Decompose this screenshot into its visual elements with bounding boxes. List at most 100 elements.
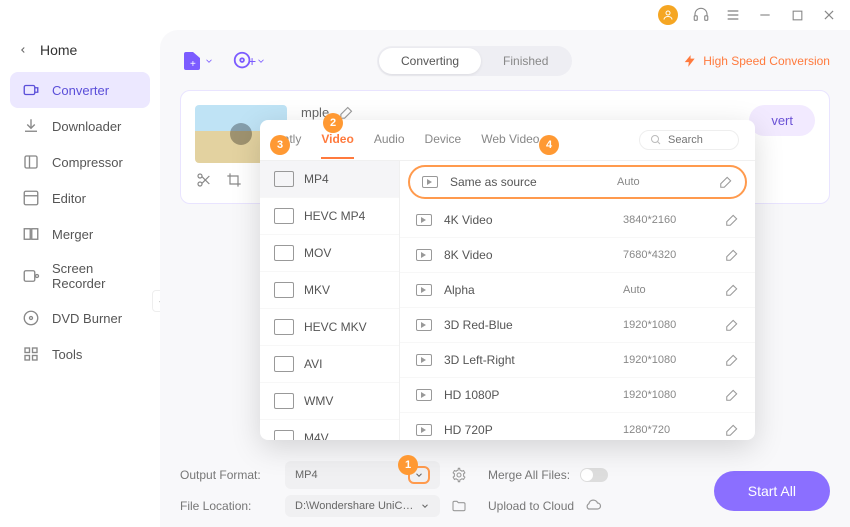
high-speed-label: High Speed Conversion [703, 54, 830, 68]
sidebar-item-tools[interactable]: Tools [10, 336, 150, 372]
file-location-dropdown[interactable]: D:\Wondershare UniConverter 1 [285, 495, 440, 517]
convert-button[interactable]: vert [749, 105, 815, 136]
menu-icon[interactable] [724, 6, 742, 24]
preset-video-icon [416, 214, 432, 226]
close-icon[interactable] [820, 6, 838, 24]
merge-label: Merge All Files: [488, 468, 570, 482]
format-search[interactable] [639, 130, 739, 150]
format-label: M4V [304, 431, 329, 440]
add-file-button[interactable]: + [180, 49, 214, 73]
trim-icon[interactable] [195, 171, 213, 189]
step-badge-3: 3 [270, 135, 290, 155]
format-item[interactable]: AVI [260, 346, 399, 383]
step-badge-2: 2 [323, 113, 343, 133]
preset-video-icon [416, 249, 432, 261]
format-item[interactable]: WMV [260, 383, 399, 420]
record-icon [22, 267, 40, 285]
sidebar-item-editor[interactable]: Editor [10, 180, 150, 216]
sidebar-item-label: Merger [52, 227, 93, 242]
minimize-icon[interactable] [756, 6, 774, 24]
preset-name: 8K Video [444, 248, 611, 262]
preset-video-icon [416, 424, 432, 436]
format-popover: ently Video Audio Device Web Video MP4HE… [260, 120, 755, 440]
sidebar-item-downloader[interactable]: Downloader [10, 108, 150, 144]
format-label: WMV [304, 394, 333, 408]
format-label: HEVC MP4 [304, 209, 365, 223]
tab-finished[interactable]: Finished [481, 48, 570, 74]
preset-video-icon [416, 319, 432, 331]
preset-resolution: 7680*4320 [623, 249, 713, 261]
preset-edit-icon[interactable] [719, 175, 733, 189]
sidebar-item-merger[interactable]: Merger [10, 216, 150, 252]
format-item[interactable]: MP4 [260, 161, 399, 198]
crop-icon[interactable] [225, 171, 243, 189]
sidebar-item-screen-recorder[interactable]: Screen Recorder [10, 252, 150, 300]
format-label: MKV [304, 283, 330, 297]
preset-edit-icon[interactable] [725, 423, 739, 437]
format-label: MOV [304, 246, 331, 260]
search-icon [650, 134, 662, 146]
preset-item[interactable]: 3D Left-Right1920*1080 [400, 343, 755, 378]
preset-item[interactable]: AlphaAuto [400, 273, 755, 308]
preset-edit-icon[interactable] [725, 283, 739, 297]
format-file-icon [274, 245, 294, 261]
dvd-icon [22, 309, 40, 327]
preset-name: 3D Red-Blue [444, 318, 611, 332]
preset-item[interactable]: 4K Video3840*2160 [400, 203, 755, 238]
preset-edit-icon[interactable] [725, 388, 739, 402]
merge-toggle[interactable] [580, 468, 608, 482]
editor-icon [22, 189, 40, 207]
converter-icon [22, 81, 40, 99]
avatar-icon[interactable] [658, 5, 678, 25]
sidebar: Home Converter Downloader Compressor Edi… [0, 30, 160, 527]
sidebar-item-converter[interactable]: Converter [10, 72, 150, 108]
preset-edit-icon[interactable] [725, 353, 739, 367]
start-all-button[interactable]: Start All [714, 471, 830, 511]
output-format-label: Output Format: [180, 468, 275, 482]
preset-resolution: Auto [617, 176, 707, 188]
preset-edit-icon[interactable] [725, 213, 739, 227]
format-item[interactable]: MOV [260, 235, 399, 272]
preset-name: HD 1080P [444, 388, 611, 402]
sidebar-item-label: Tools [52, 347, 82, 362]
preset-resolution: 1920*1080 [623, 354, 713, 366]
headset-icon[interactable] [692, 6, 710, 24]
format-item[interactable]: HEVC MP4 [260, 198, 399, 235]
preset-name: Same as source [450, 175, 605, 189]
format-file-icon [274, 319, 294, 335]
tab-video[interactable]: Video [321, 132, 353, 148]
tab-device[interactable]: Device [425, 132, 462, 148]
high-speed-conversion-button[interactable]: High Speed Conversion [683, 54, 830, 68]
status-tabs: Converting Finished [377, 46, 572, 76]
sidebar-item-label: Screen Recorder [52, 261, 138, 291]
preset-resolution: 1280*720 [623, 424, 713, 436]
preset-item[interactable]: HD 1080P1920*1080 [400, 378, 755, 413]
format-label: AVI [304, 357, 322, 371]
preset-name: HD 720P [444, 423, 611, 437]
open-folder-icon[interactable] [450, 497, 468, 515]
step-badge-1: 1 [398, 455, 418, 475]
cloud-icon[interactable] [584, 497, 602, 515]
sidebar-item-compressor[interactable]: Compressor [10, 144, 150, 180]
preset-edit-icon[interactable] [725, 248, 739, 262]
preset-item[interactable]: Same as source Auto [408, 165, 747, 199]
format-item[interactable]: MKV [260, 272, 399, 309]
sidebar-item-label: DVD Burner [52, 311, 122, 326]
sidebar-item-dvd-burner[interactable]: DVD Burner [10, 300, 150, 336]
search-input[interactable] [668, 134, 728, 146]
tab-audio[interactable]: Audio [374, 132, 405, 148]
tab-web-video[interactable]: Web Video [481, 132, 539, 148]
sidebar-item-label: Compressor [52, 155, 123, 170]
preset-item[interactable]: HD 720P 1280*720 [400, 413, 755, 440]
preset-item[interactable]: 3D Red-Blue1920*1080 [400, 308, 755, 343]
preset-item[interactable]: 8K Video 7680*4320 [400, 238, 755, 273]
format-item[interactable]: HEVC MKV [260, 309, 399, 346]
preset-edit-icon[interactable] [725, 318, 739, 332]
format-item[interactable]: M4V [260, 420, 399, 440]
home-back[interactable]: Home [10, 38, 150, 72]
maximize-icon[interactable] [788, 6, 806, 24]
add-dvd-button[interactable]: + [232, 50, 266, 72]
settings-gear-icon[interactable] [450, 466, 468, 484]
tab-converting[interactable]: Converting [379, 48, 481, 74]
format-file-icon [274, 208, 294, 224]
